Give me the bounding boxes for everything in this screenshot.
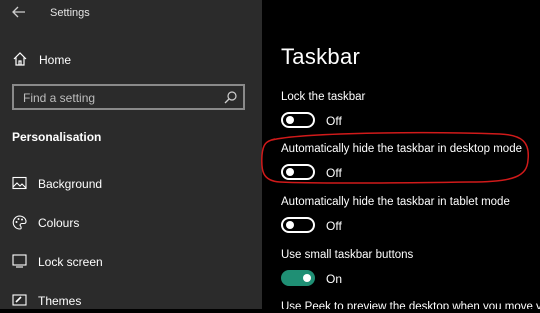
sidebar-item-lock-screen[interactable]: Lock screen <box>12 250 252 274</box>
small-buttons-toggle[interactable] <box>281 270 315 286</box>
sidebar-item-label: Colours <box>38 216 80 230</box>
sidebar: Settings Home Find a setting Personalisa… <box>0 0 262 309</box>
toggle-knob <box>286 221 294 229</box>
back-arrow-icon[interactable] <box>12 5 30 23</box>
nav-home-label: Home <box>39 53 72 67</box>
window-title: Settings <box>50 7 90 19</box>
search-placeholder: Find a setting <box>23 91 96 105</box>
palette-icon <box>12 215 27 235</box>
nav-home[interactable]: Home <box>12 48 252 72</box>
setting-label: Use Peek to preview the desktop when you… <box>281 301 540 309</box>
sidebar-item-colours[interactable]: Colours <box>12 211 252 235</box>
themes-icon <box>12 293 27 312</box>
toggle-state: Off <box>326 219 342 233</box>
lock-screen-icon <box>12 254 27 273</box>
toggle-knob <box>303 274 311 282</box>
autohide-tablet-toggle[interactable] <box>281 217 315 233</box>
home-icon <box>12 51 28 72</box>
search-icon[interactable] <box>224 91 237 109</box>
autohide-desktop-toggle[interactable] <box>281 164 315 180</box>
setting-label: Lock the taskbar <box>281 91 366 103</box>
sidebar-item-background[interactable]: Background <box>12 172 252 196</box>
setting-label: Automatically hide the taskbar in deskto… <box>281 143 522 155</box>
lock-taskbar-toggle[interactable] <box>281 112 315 128</box>
search-input[interactable]: Find a setting <box>12 84 245 110</box>
toggle-state: Off <box>326 114 342 128</box>
background-icon <box>12 176 27 195</box>
toggle-knob <box>286 116 294 124</box>
section-title: Personalisation <box>12 130 102 144</box>
toggle-knob <box>286 168 294 176</box>
toggle-state: On <box>326 272 343 286</box>
sidebar-item-label: Background <box>38 177 103 191</box>
sidebar-item-label: Lock screen <box>38 255 103 269</box>
setting-label: Automatically hide the taskbar in tablet… <box>281 196 510 208</box>
main-panel: Taskbar Lock the taskbar Off Automatical… <box>262 0 540 309</box>
toggle-state: Off <box>326 166 342 180</box>
page-title: Taskbar <box>281 44 361 69</box>
sidebar-item-themes[interactable]: Themes <box>12 289 252 313</box>
sidebar-item-label: Themes <box>38 294 82 308</box>
setting-label: Use small taskbar buttons <box>281 249 414 261</box>
